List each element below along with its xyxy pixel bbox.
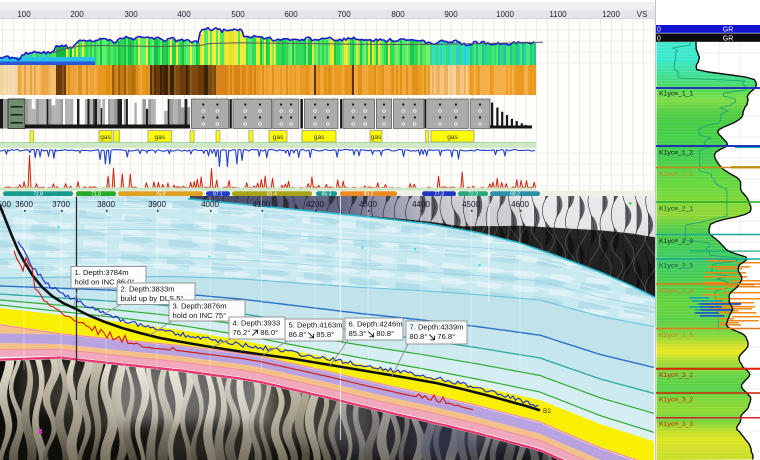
svg-text:100: 100: [17, 10, 31, 19]
svg-text:500: 500: [231, 10, 245, 19]
svg-text:gas: gas: [100, 134, 111, 141]
svg-text:1100: 1100: [549, 10, 567, 19]
svg-text:gas: gas: [371, 134, 382, 141]
svg-text:76.8°: 76.8°: [437, 332, 455, 341]
svg-text:5. Depth:4163m: 5. Depth:4163m: [289, 321, 343, 330]
svg-text:3. Depth:3876m: 3. Depth:3876m: [173, 302, 227, 311]
svg-text:300: 300: [124, 10, 138, 19]
svg-text:600: 600: [284, 10, 298, 19]
svg-text:700: 700: [337, 10, 351, 19]
svg-text:gas: gas: [447, 134, 458, 141]
svg-text:0: 0: [657, 35, 661, 42]
svg-text:4600: 4600: [511, 200, 529, 209]
svg-text:76.2°: 76.2°: [233, 328, 251, 337]
svg-text:85.3°: 85.3°: [349, 329, 367, 338]
svg-text:K1yc≡_2_2: K1yc≡_2_2: [659, 238, 693, 245]
svg-text:4400: 4400: [412, 200, 430, 209]
svg-text:B2: B2: [543, 408, 551, 415]
svg-text:80.8°: 80.8°: [376, 329, 394, 338]
svg-text:86.8°: 86.8°: [289, 330, 307, 339]
svg-text:2. Depth:3833m: 2. Depth:3833m: [121, 285, 175, 294]
svg-text:4100: 4100: [253, 200, 271, 209]
svg-text:3700: 3700: [52, 200, 70, 209]
svg-text:K1yc≡_2_1: K1yc≡_2_1: [659, 206, 693, 213]
svg-text:80.8°: 80.8°: [410, 332, 428, 341]
svg-text:K1yc≡_3_1: K1yc≡_3_1: [659, 372, 693, 379]
svg-text:800: 800: [391, 10, 405, 19]
svg-text:GR: GR: [723, 27, 734, 34]
svg-text:gas: gas: [273, 134, 284, 141]
svg-text:gas: gas: [155, 134, 166, 141]
svg-text:4. Depth:3933: 4. Depth:3933: [233, 319, 281, 328]
svg-text:4200: 4200: [306, 200, 324, 209]
svg-text:hold on INC 75°: hold on INC 75°: [173, 311, 227, 320]
svg-text:K1yc≡_2_4: K1yc≡_2_4: [659, 288, 693, 295]
svg-text:VS: VS: [637, 10, 648, 19]
svg-text:900: 900: [444, 10, 458, 19]
svg-text:K1yc≡_2_3: K1yc≡_2_3: [659, 263, 693, 270]
svg-text:K1yc≡_1_2: K1yc≡_1_2: [659, 150, 693, 157]
svg-text:3800: 3800: [97, 200, 115, 209]
svg-text:86.0°: 86.0°: [260, 328, 278, 337]
svg-text:K1yc≡_3_3: K1yc≡_3_3: [659, 421, 693, 428]
svg-text:0: 0: [657, 27, 661, 34]
svg-text:K1yc≡_1_3: K1yc≡_1_3: [659, 171, 693, 178]
svg-text:3600: 3600: [15, 200, 33, 209]
svg-text:K1yc≡_2_5: K1yc≡_2_5: [659, 332, 693, 339]
svg-text:3900: 3900: [148, 200, 166, 209]
svg-text:400: 400: [177, 10, 191, 19]
svg-text:K1yc≡_3_2: K1yc≡_3_2: [659, 397, 693, 404]
svg-text:1200: 1200: [602, 10, 620, 19]
svg-text:4300: 4300: [359, 200, 377, 209]
svg-text:1. Depth:3784m: 1. Depth:3784m: [75, 268, 129, 277]
svg-text:7. Depth:4339m: 7. Depth:4339m: [410, 323, 464, 332]
svg-text:4500: 4500: [462, 200, 480, 209]
svg-text:4000: 4000: [201, 200, 219, 209]
svg-text:K1yc≡_1_1: K1yc≡_1_1: [659, 91, 693, 98]
svg-text:gas: gas: [314, 134, 325, 141]
svg-text:GR: GR: [723, 35, 734, 42]
svg-text:85.8°: 85.8°: [316, 330, 334, 339]
svg-text:200: 200: [70, 10, 84, 19]
svg-text:6. Depth:4246m: 6. Depth:4246m: [349, 320, 403, 329]
svg-text:1000: 1000: [496, 10, 514, 19]
